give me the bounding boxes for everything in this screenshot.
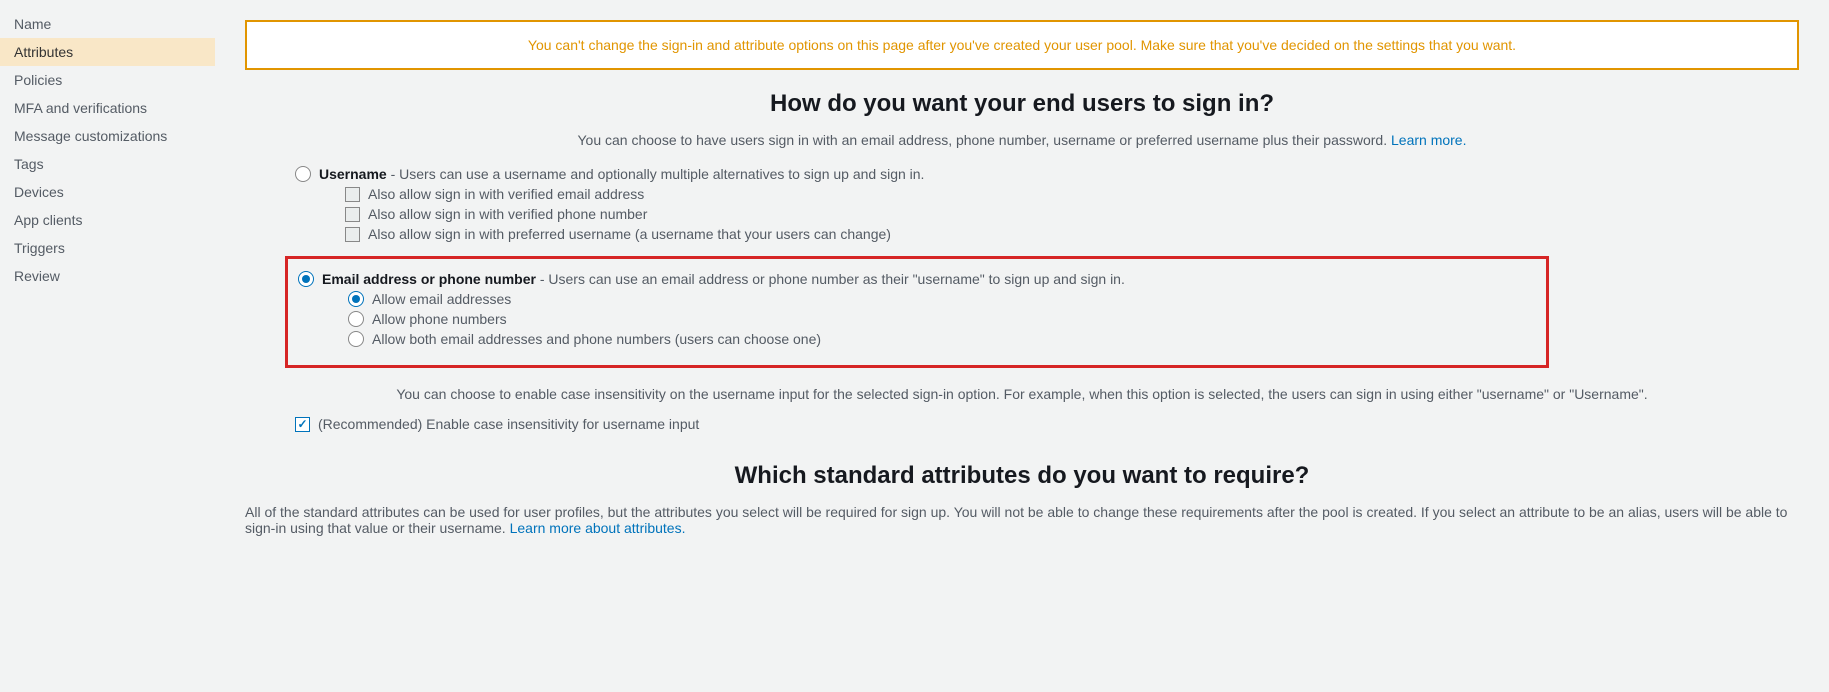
checkbox-allow-email-label: Also allow sign in with verified email a…	[368, 186, 644, 202]
sidebar-item-attributes[interactable]: Attributes	[0, 38, 215, 66]
signin-subtext: You can choose to have users sign in wit…	[245, 132, 1799, 148]
checkbox-allow-phone[interactable]	[345, 207, 360, 222]
sidebar-item-message-customizations[interactable]: Message customizations	[0, 122, 215, 150]
radio-email-or-phone[interactable]	[298, 271, 314, 287]
attributes-desc: All of the standard attributes can be us…	[245, 504, 1799, 536]
case-insensitivity-text: You can choose to enable case insensitiv…	[245, 386, 1799, 402]
sidebar-item-devices[interactable]: Devices	[0, 178, 215, 206]
sidebar-item-mfa[interactable]: MFA and verifications	[0, 94, 215, 122]
sidebar-item-tags[interactable]: Tags	[0, 150, 215, 178]
option-username-block: Username - Users can use a username and …	[295, 166, 1799, 242]
sidebar-item-name[interactable]: Name	[0, 10, 215, 38]
learn-more-link[interactable]: Learn more.	[1391, 132, 1466, 148]
checkbox-allow-email[interactable]	[345, 187, 360, 202]
checkbox-allow-phone-label: Also allow sign in with verified phone n…	[368, 206, 647, 222]
radio-allow-email[interactable]	[348, 291, 364, 307]
radio-allow-email-label: Allow email addresses	[372, 291, 511, 307]
checkbox-allow-preferred-username[interactable]	[345, 227, 360, 242]
radio-allow-phone[interactable]	[348, 311, 364, 327]
checkbox-case-insensitivity[interactable]	[295, 417, 310, 432]
sidebar: Name Attributes Policies MFA and verific…	[0, 0, 215, 692]
option-username-title: Username	[319, 166, 387, 182]
learn-more-attributes-link[interactable]: Learn more about attributes.	[510, 520, 686, 536]
attributes-desc-body: All of the standard attributes can be us…	[245, 504, 1787, 536]
warning-banner: You can't change the sign-in and attribu…	[245, 20, 1799, 70]
radio-username[interactable]	[295, 166, 311, 182]
checkbox-allow-preferred-username-label: Also allow sign in with preferred userna…	[368, 226, 891, 242]
sidebar-item-app-clients[interactable]: App clients	[0, 206, 215, 234]
attributes-heading: Which standard attributes do you want to…	[245, 462, 1799, 490]
option-email-desc: - Users can use an email address or phon…	[536, 271, 1125, 287]
option-email-title: Email address or phone number	[322, 271, 536, 287]
radio-allow-both-label: Allow both email addresses and phone num…	[372, 331, 821, 347]
signin-heading: How do you want your end users to sign i…	[245, 90, 1799, 118]
checkbox-case-insensitivity-label: (Recommended) Enable case insensitivity …	[318, 416, 699, 432]
radio-allow-both[interactable]	[348, 331, 364, 347]
main-content: You can't change the sign-in and attribu…	[215, 0, 1829, 692]
option-username-desc: - Users can use a username and optionall…	[387, 166, 925, 182]
option-email-highlight: Email address or phone number - Users ca…	[285, 256, 1549, 368]
option-username-label: Username - Users can use a username and …	[319, 166, 924, 182]
option-email-label: Email address or phone number - Users ca…	[322, 271, 1125, 287]
radio-allow-phone-label: Allow phone numbers	[372, 311, 507, 327]
signin-subtext-body: You can choose to have users sign in wit…	[578, 132, 1392, 148]
sidebar-item-policies[interactable]: Policies	[0, 66, 215, 94]
sidebar-item-triggers[interactable]: Triggers	[0, 234, 215, 262]
sidebar-item-review[interactable]: Review	[0, 262, 215, 290]
